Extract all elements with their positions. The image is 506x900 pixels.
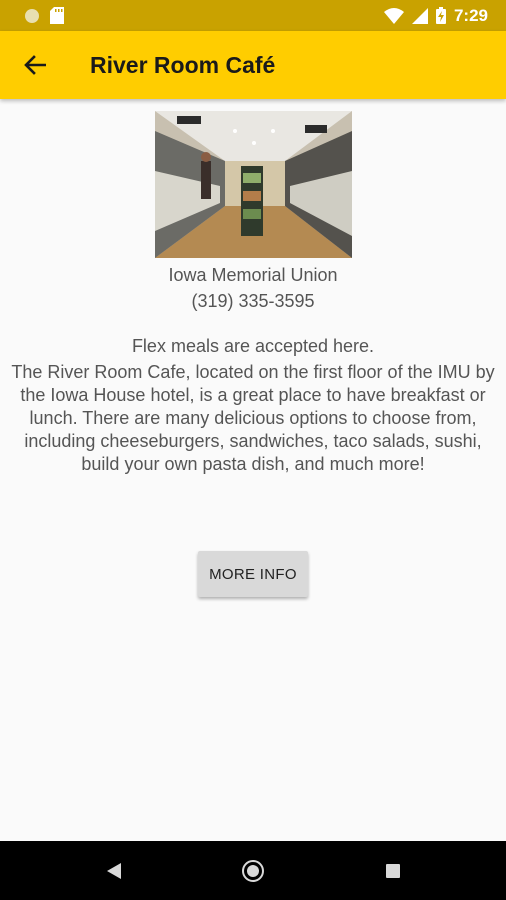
nav-back-button[interactable] [74, 841, 154, 900]
app-bar: River Room Café [0, 31, 506, 99]
page-title: River Room Café [90, 51, 276, 78]
wifi-icon [383, 7, 404, 24]
arrow-back-icon [24, 55, 46, 75]
battery-charging-icon [435, 7, 446, 24]
more-info-button[interactable]: MORE INFO [198, 551, 308, 597]
system-nav-bar [0, 841, 506, 900]
recents-square-icon [386, 863, 400, 878]
circle-notification-icon [25, 8, 39, 23]
status-time: 7:29 [453, 5, 488, 25]
back-button[interactable] [0, 31, 70, 99]
phone-link[interactable]: (319) 335-3595 [0, 288, 506, 314]
status-bar: 7:29 [0, 0, 506, 31]
flex-meals-note: Flex meals are accepted here. [131, 336, 375, 356]
description-text: The River Room Cafe, located on the firs… [11, 362, 495, 474]
nav-home-button[interactable] [213, 841, 293, 900]
back-triangle-icon [107, 862, 121, 879]
location-text: Iowa Memorial Union [168, 265, 338, 285]
venue-details: Iowa Memorial Union (319) 335-3595 Flex … [0, 99, 506, 841]
cafeteria-photo [155, 111, 352, 258]
signal-icon [411, 7, 428, 24]
sd-card-icon [50, 7, 64, 24]
nav-recents-button[interactable] [353, 841, 433, 900]
home-circle-icon [242, 859, 264, 882]
